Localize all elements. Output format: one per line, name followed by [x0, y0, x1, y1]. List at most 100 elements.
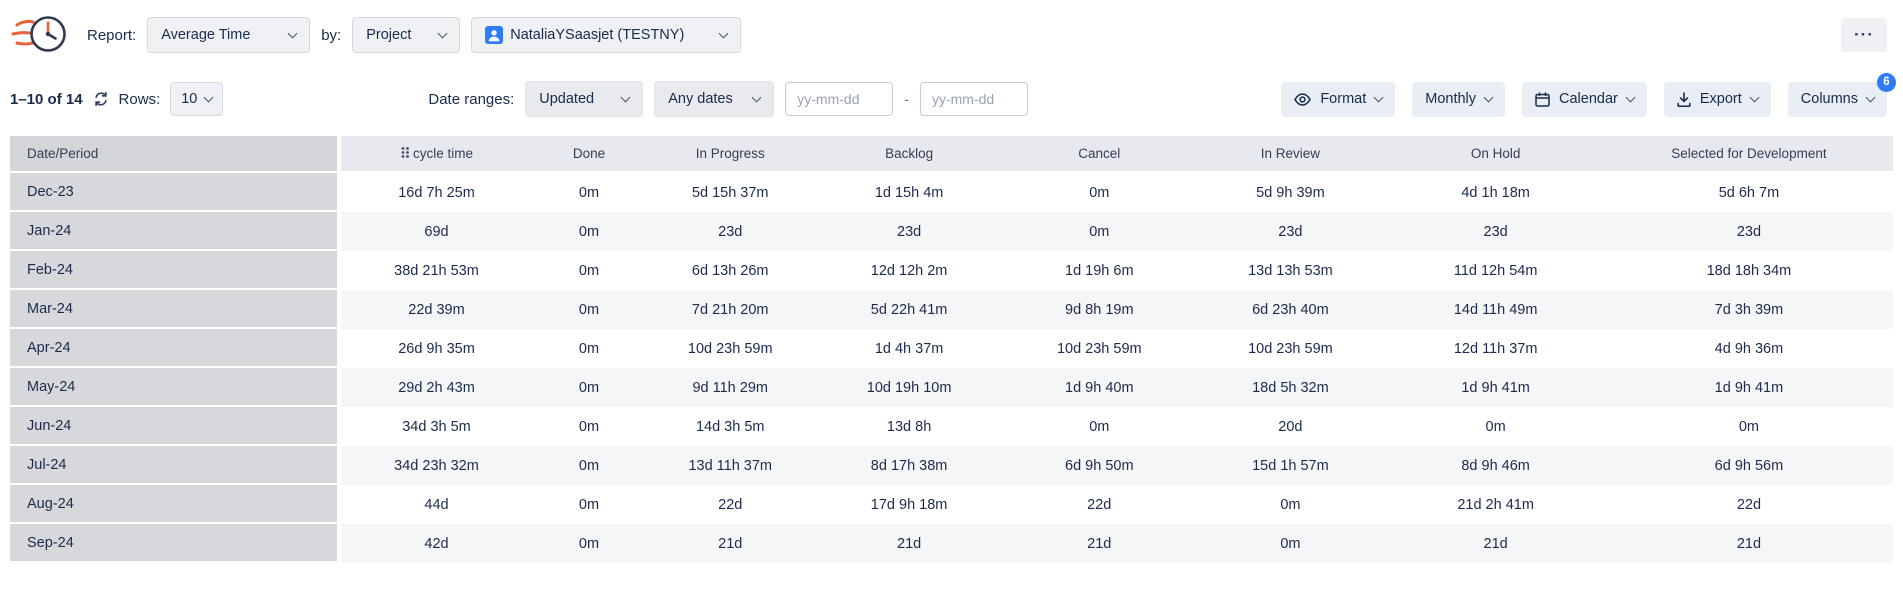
eye-icon [1294, 93, 1311, 106]
value-cell: 9d 11h 29m [646, 368, 814, 407]
value-cell: 10d 23h 59m [646, 329, 814, 368]
value-cell: 10d 23h 59m [1194, 329, 1386, 368]
value-cell: 1d 19h 6m [1004, 251, 1194, 290]
value-cell: 1d 9h 40m [1004, 368, 1194, 407]
value-cell: 5d 9h 39m [1194, 173, 1386, 212]
column-header-selected-for-development[interactable]: Selected for Development [1605, 136, 1893, 173]
table-row: Mar-2422d 39m0m7d 21h 20m5d 22h 41m9d 8h… [10, 290, 1893, 329]
value-cell: 1d 4h 37m [814, 329, 1004, 368]
period-select[interactable]: Monthly [1412, 82, 1505, 117]
value-cell: 7d 21h 20m [646, 290, 814, 329]
value-cell: 22d 39m [341, 290, 531, 329]
value-cell: 34d 23h 32m [341, 446, 531, 485]
value-cell: 0m [532, 329, 647, 368]
calendar-icon [1535, 92, 1550, 107]
toolbar-left: 1–10 of 14 Rows: 10 [10, 82, 223, 116]
table-row: Jul-2434d 23h 32m0m13d 11h 37m8d 17h 38m… [10, 446, 1893, 485]
export-download-icon [1677, 92, 1691, 107]
value-cell: 1d 9h 41m [1605, 368, 1893, 407]
value-cell: 22d [1605, 485, 1893, 524]
value-cell: 34d 3h 5m [341, 407, 531, 446]
column-header-done[interactable]: Done [532, 136, 647, 173]
chevron-down-icon [288, 28, 298, 38]
format-button[interactable]: Format [1281, 82, 1395, 117]
column-header-in-review[interactable]: In Review [1194, 136, 1386, 173]
value-cell: 4d 1h 18m [1386, 173, 1604, 212]
chevron-down-icon [1749, 92, 1759, 102]
value-cell: 0m [532, 290, 647, 329]
value-cell: 5d 15h 37m [646, 173, 814, 212]
value-cell: 21d 2h 41m [1386, 485, 1604, 524]
export-button[interactable]: Export [1664, 82, 1771, 117]
value-cell: 6d 23h 40m [1194, 290, 1386, 329]
value-cell: 6d 9h 56m [1605, 446, 1893, 485]
value-cell: 22d [646, 485, 814, 524]
column-header-cycle-time[interactable]: cycle time [341, 136, 531, 173]
rows-per-page-select[interactable]: 10 [170, 82, 223, 116]
chevron-down-icon [1374, 92, 1384, 102]
value-cell: 20d [1194, 407, 1386, 446]
value-cell: 21d [1605, 524, 1893, 563]
column-header-label: Backlog [885, 146, 933, 161]
columns-button[interactable]: Columns 6 [1788, 82, 1887, 117]
date-to-input[interactable] [920, 82, 1028, 116]
export-button-label: Export [1700, 91, 1742, 107]
value-cell: 23d [1605, 212, 1893, 251]
value-cell: 1d 9h 41m [1386, 368, 1604, 407]
value-cell: 0m [1004, 212, 1194, 251]
column-header-date-period[interactable]: Date/Period [10, 136, 341, 173]
top-bar: Report: Average Time by: Project Natalia… [0, 0, 1903, 70]
value-cell: 13d 8h [814, 407, 1004, 446]
project-select-value: NataliaYSaasjet (TESTNY) [510, 27, 684, 43]
value-cell: 0m [532, 446, 647, 485]
column-header-on-hold[interactable]: On Hold [1386, 136, 1604, 173]
chevron-down-icon [752, 92, 762, 102]
table-row: Jan-2469d0m23d23d0m23d23d23d [10, 212, 1893, 251]
group-by-select[interactable]: Project [352, 17, 460, 53]
date-preset-select[interactable]: Any dates [654, 81, 774, 117]
value-cell: 0m [532, 251, 647, 290]
chevron-down-icon [719, 28, 729, 38]
calendar-button[interactable]: Calendar [1522, 82, 1647, 117]
column-header-cancel[interactable]: Cancel [1004, 136, 1194, 173]
value-cell: 0m [1004, 173, 1194, 212]
value-cell: 4d 9h 36m [1605, 329, 1893, 368]
value-cell: 23d [1194, 212, 1386, 251]
date-from-input[interactable] [785, 82, 893, 116]
period-cell: Mar-24 [10, 290, 341, 329]
report-select[interactable]: Average Time [147, 17, 310, 53]
value-cell: 10d 19h 10m [814, 368, 1004, 407]
pagination-text: 1–10 of 14 [10, 91, 83, 108]
value-cell: 11d 12h 54m [1386, 251, 1604, 290]
column-header-in-progress[interactable]: In Progress [646, 136, 814, 173]
toolbar-right: Format Monthly Calendar Export [1281, 82, 1887, 117]
date-ranges-label: Date ranges: [428, 91, 514, 108]
date-field-select[interactable]: Updated [525, 81, 643, 117]
value-cell: 14d 11h 49m [1386, 290, 1604, 329]
rows-label: Rows: [119, 91, 161, 108]
period-cell: Feb-24 [10, 251, 341, 290]
value-cell: 8d 17h 38m [814, 446, 1004, 485]
value-cell: 14d 3h 5m [646, 407, 814, 446]
value-cell: 1d 15h 4m [814, 173, 1004, 212]
value-cell: 21d [1004, 524, 1194, 563]
date-range-separator: - [904, 91, 909, 107]
period-cell: Jun-24 [10, 407, 341, 446]
column-header-label: Selected for Development [1671, 146, 1826, 161]
refresh-button[interactable] [93, 91, 109, 107]
value-cell: 16d 7h 25m [341, 173, 531, 212]
period-cell: Apr-24 [10, 329, 341, 368]
report-table-header-row: Date/Period cycle timeDoneIn Progress Back… [10, 136, 1893, 173]
column-header-label: Date/Period [27, 146, 98, 161]
more-options-button[interactable]: ··· [1841, 18, 1887, 52]
value-cell: 15d 1h 57m [1194, 446, 1386, 485]
columns-button-label: Columns [1801, 91, 1858, 107]
value-cell: 8d 9h 46m [1386, 446, 1604, 485]
report-table-body: Dec-2316d 7h 25m0m5d 15h 37m1d 15h 4m0m5… [10, 173, 1893, 563]
toolbar-date-ranges: Date ranges: Updated Any dates - [428, 81, 1028, 117]
chevron-down-icon [438, 28, 448, 38]
value-cell: 42d [341, 524, 531, 563]
project-select[interactable]: NataliaYSaasjet (TESTNY) [471, 17, 741, 53]
column-header-backlog[interactable]: Backlog [814, 136, 1004, 173]
period-cell: Jul-24 [10, 446, 341, 485]
